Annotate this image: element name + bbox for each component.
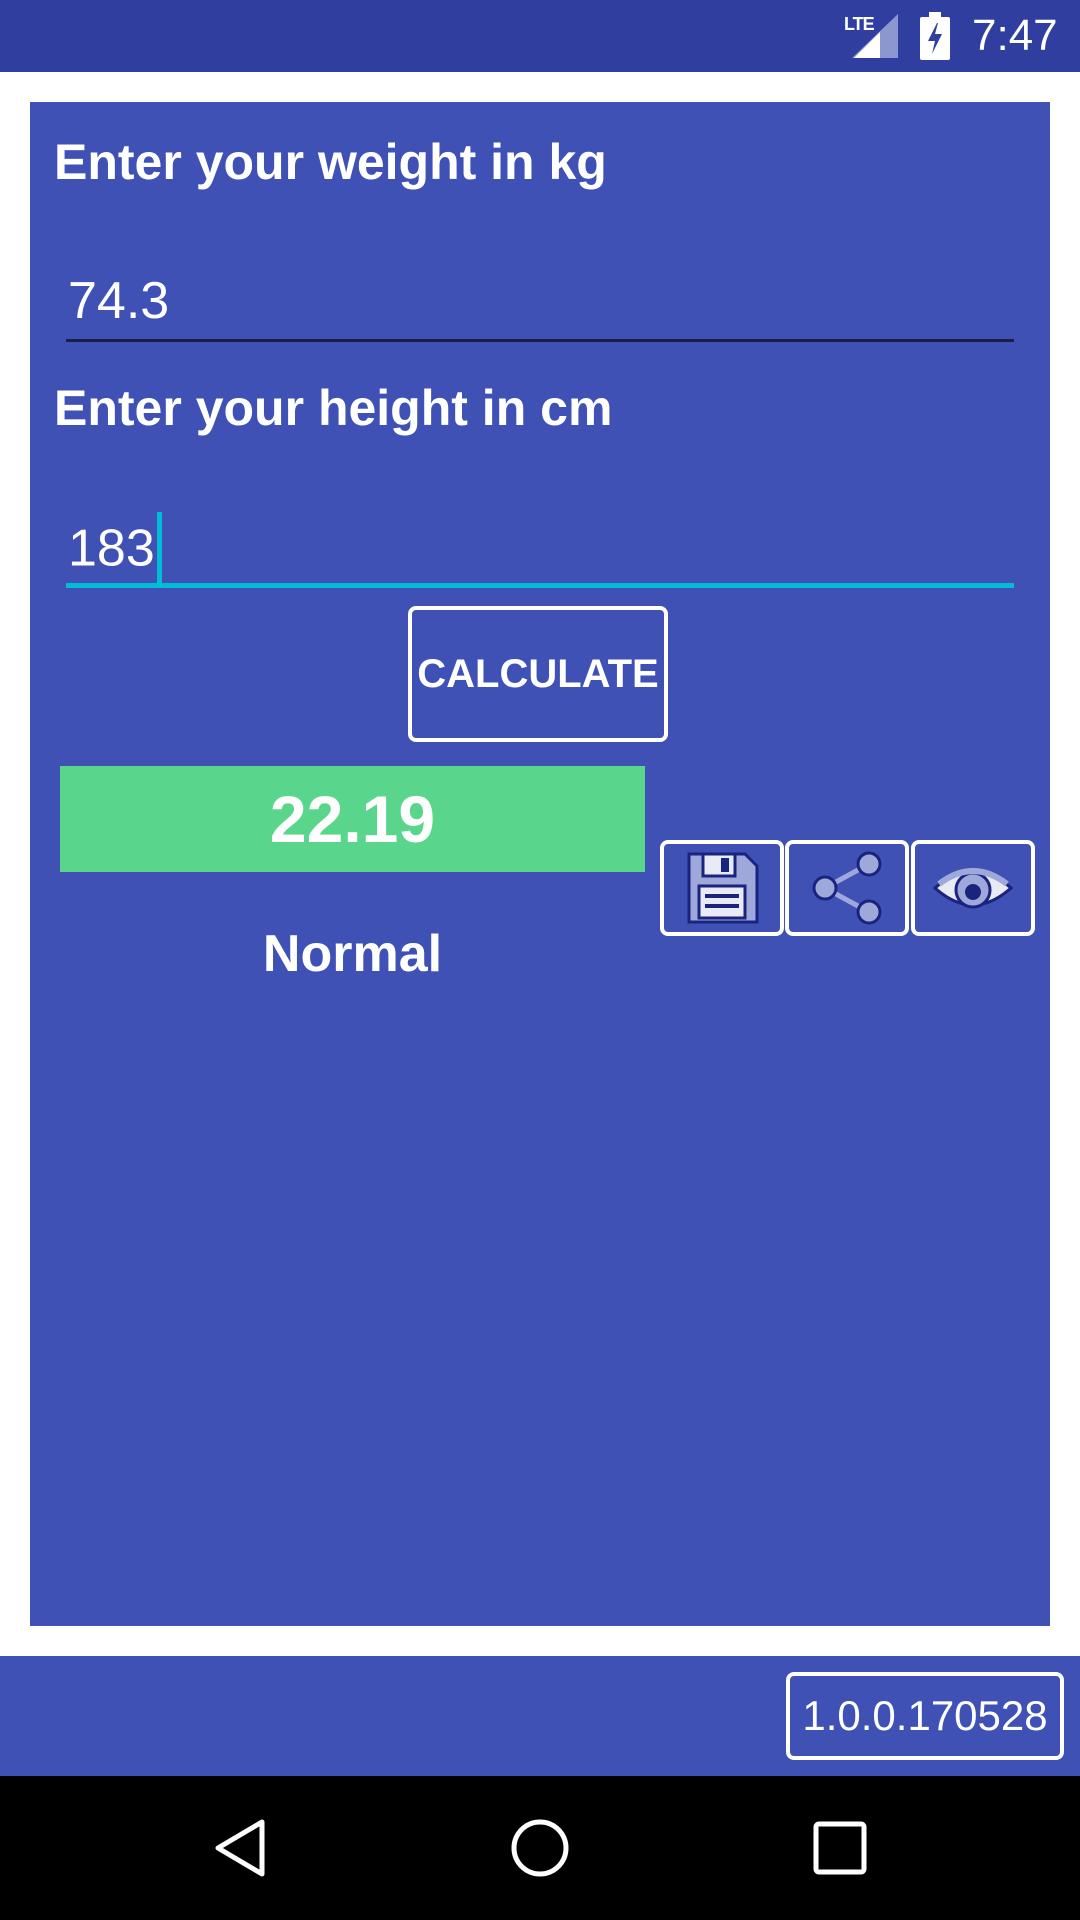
signal-icon xyxy=(852,14,898,58)
weight-label: Enter your weight in kg xyxy=(54,134,607,190)
save-button[interactable] xyxy=(660,840,784,936)
height-input-value: 183 xyxy=(68,519,155,578)
home-icon[interactable] xyxy=(508,1816,572,1880)
recents-icon[interactable] xyxy=(808,1816,872,1880)
version-button[interactable]: 1.0.0.170528 xyxy=(786,1672,1064,1760)
eye-icon xyxy=(932,868,1014,909)
share-button[interactable] xyxy=(785,840,909,936)
back-icon[interactable] xyxy=(208,1816,272,1880)
bmi-value-box: 22.19 xyxy=(60,766,645,872)
weight-input-value: 74.3 xyxy=(68,272,170,330)
height-input-underline xyxy=(66,583,1014,588)
height-input[interactable]: 183 xyxy=(66,498,1014,588)
footer-bar: 1.0.0.170528 xyxy=(0,1656,1080,1776)
weight-input[interactable]: 74.3 xyxy=(66,252,1014,342)
text-cursor xyxy=(156,512,162,584)
navigation-bar xyxy=(0,1776,1080,1920)
status-bar: LTE 7:47 xyxy=(0,0,1080,72)
bmi-card: Enter your weight in kg 74.3 Enter your … xyxy=(30,102,1050,1626)
bmi-category: Normal xyxy=(262,925,443,983)
view-button[interactable] xyxy=(911,840,1035,936)
share-icon xyxy=(812,851,882,925)
height-label: Enter your height in cm xyxy=(54,380,613,436)
weight-input-underline xyxy=(66,339,1014,342)
clock: 7:47 xyxy=(972,11,1058,60)
battery-charging-icon xyxy=(920,12,950,60)
calculate-button[interactable]: CALCULATE xyxy=(408,606,668,742)
save-icon xyxy=(687,852,759,924)
